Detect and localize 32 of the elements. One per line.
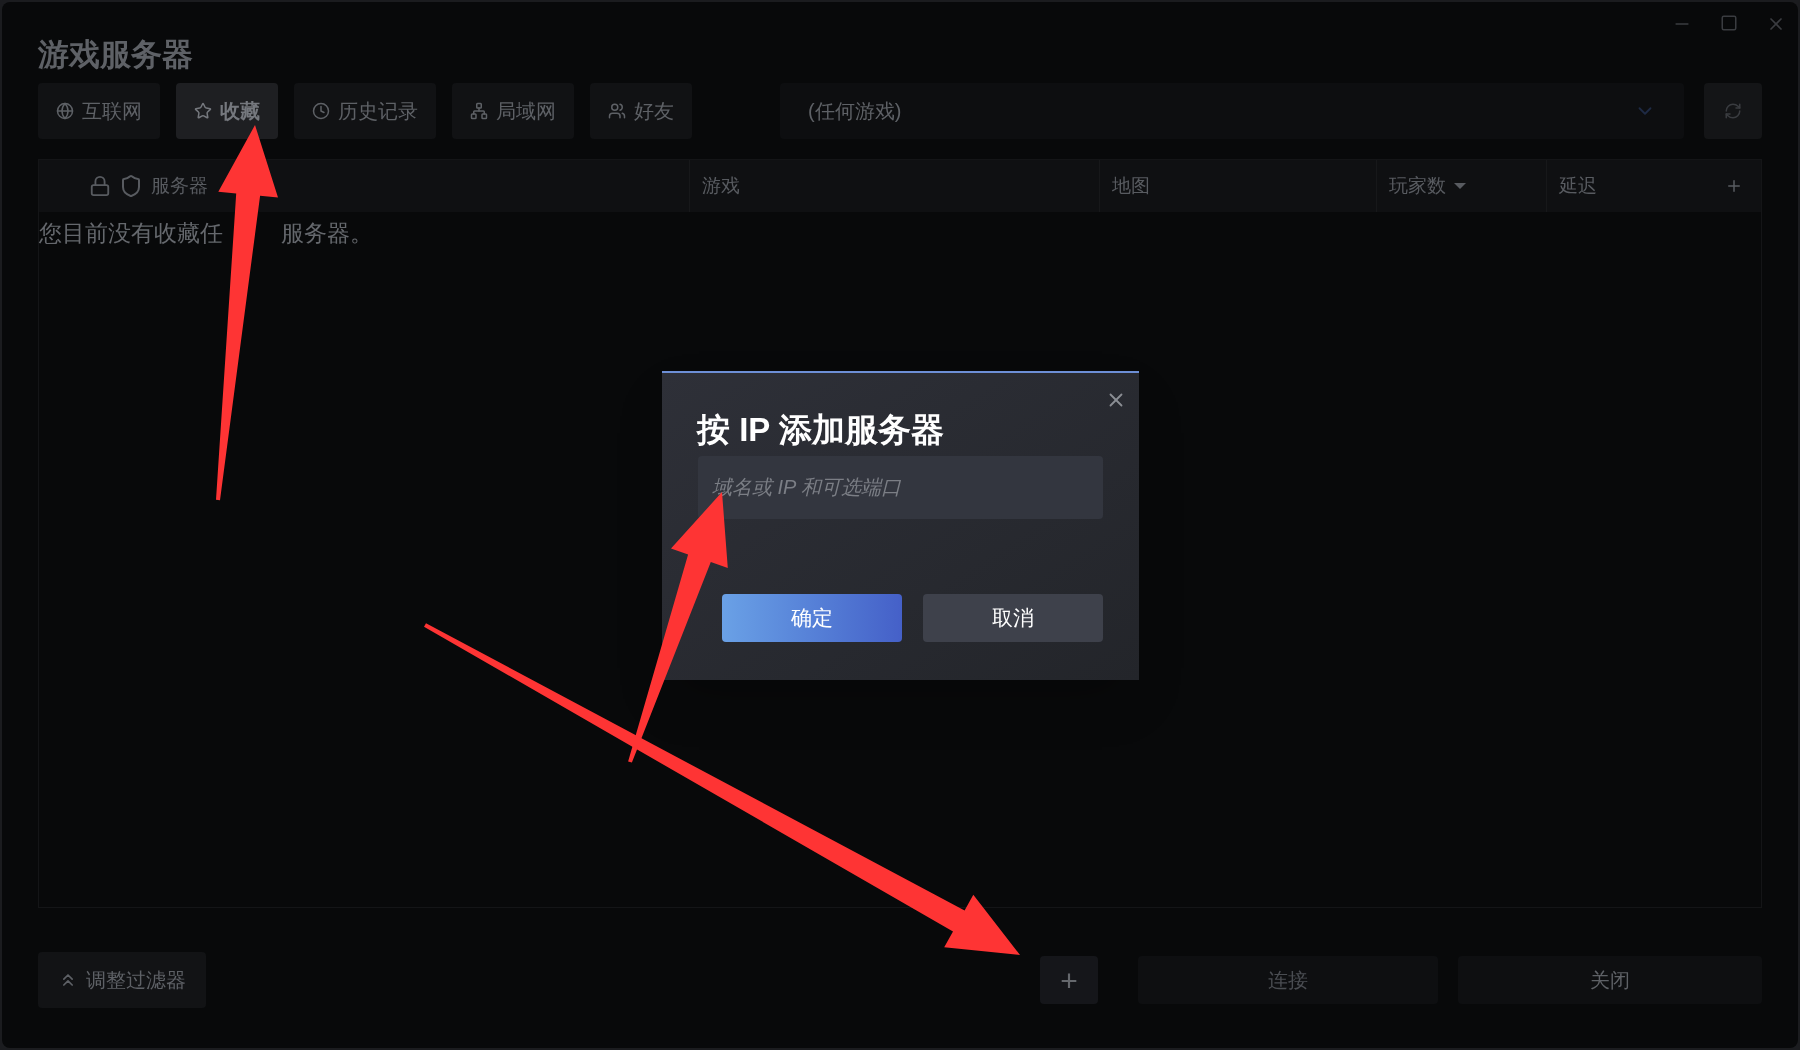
clock-icon (312, 101, 330, 120)
shield-icon (119, 173, 143, 198)
star-icon (194, 101, 212, 120)
refresh-icon (1724, 101, 1742, 120)
game-dropdown[interactable]: (任何游戏) (780, 82, 1684, 139)
tab[interactable]: 好友 (590, 82, 692, 139)
empty-message: 您目前没有收藏任 (39, 218, 223, 248)
tab[interactable]: 历史记录 (294, 82, 436, 139)
cancel-button[interactable]: 取消 (923, 594, 1103, 642)
column-header[interactable]: 游戏 (702, 171, 740, 200)
globe-icon (56, 101, 74, 120)
add-server-button[interactable]: + (1040, 956, 1098, 1004)
window-title: 游戏服务器 (38, 36, 194, 74)
people-icon (608, 101, 626, 120)
column-header[interactable]: 延迟 (1559, 171, 1597, 200)
tab[interactable]: 收藏 (176, 82, 278, 139)
tab[interactable]: 互联网 (38, 82, 160, 139)
tab[interactable]: 局域网 (452, 82, 574, 139)
close-button[interactable]: 关闭 (1458, 956, 1762, 1004)
sort-caret-icon (1454, 182, 1466, 189)
column-header[interactable]: 玩家数 (1389, 171, 1446, 200)
refresh-button[interactable] (1704, 82, 1762, 139)
dialog-title: 按 IP 添加服务器 (697, 410, 944, 450)
network-icon (470, 101, 488, 120)
address-field[interactable]: 域名或 IP 和可选端口 (698, 456, 1103, 519)
column-header[interactable]: 服务器 (151, 171, 208, 200)
filter-button[interactable]: 调整过滤器 (38, 952, 206, 1008)
ok-button[interactable]: 确定 (722, 594, 902, 642)
column-header[interactable]: 地图 (1112, 171, 1150, 200)
lock-icon (89, 174, 111, 197)
empty-message: 服务器。 (281, 218, 373, 248)
maximize-icon[interactable] (1720, 14, 1738, 32)
